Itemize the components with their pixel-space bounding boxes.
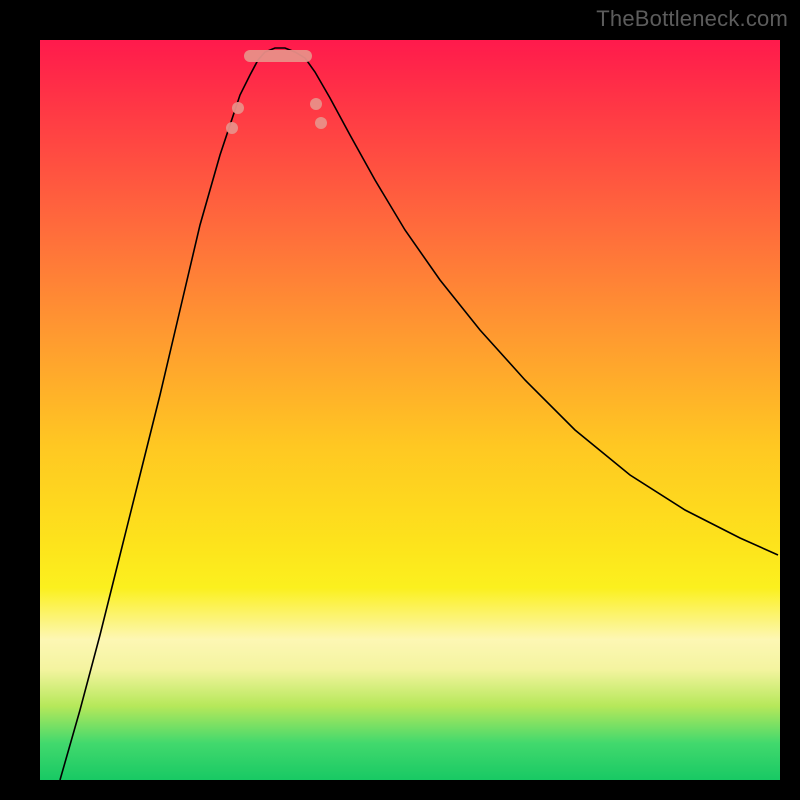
right-lower-dot bbox=[310, 98, 322, 110]
plot-area bbox=[40, 40, 780, 780]
left-lower-dot bbox=[232, 102, 244, 114]
right-branch-path bbox=[305, 58, 778, 555]
watermark-text: TheBottleneck.com bbox=[596, 6, 788, 32]
chart-stage: TheBottleneck.com bbox=[0, 0, 800, 800]
right-upper-dot bbox=[315, 117, 327, 129]
left-upper-dot bbox=[226, 122, 238, 134]
left-branch-path bbox=[60, 60, 258, 780]
curve-layer bbox=[40, 40, 780, 780]
